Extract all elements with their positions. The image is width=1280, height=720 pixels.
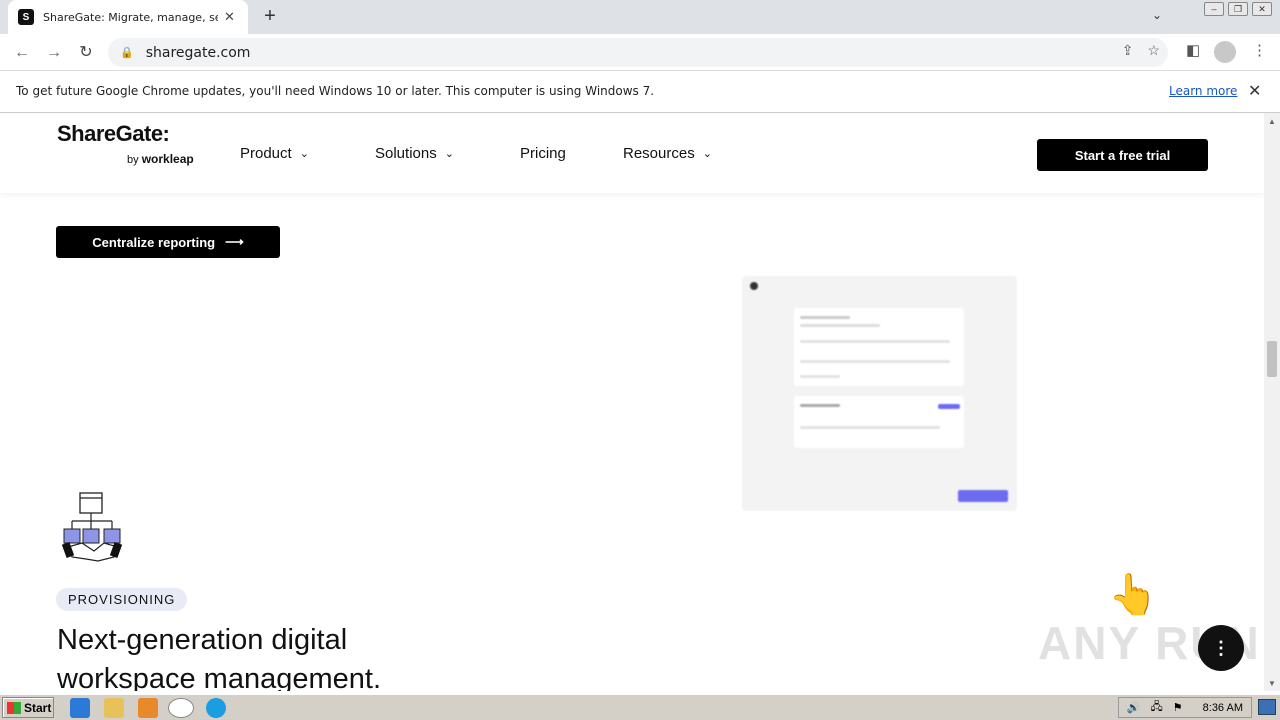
tab-close-icon[interactable]: ✕ (224, 9, 235, 25)
logo-brand: workleap (141, 152, 194, 166)
pointing-hand-icon: 👆 (1108, 573, 1158, 617)
nav-solutions[interactable]: Solutions ⌄ (375, 145, 520, 162)
window-controls: – ❐ ✕ (1204, 2, 1272, 16)
lock-icon[interactable]: 🔒 (120, 46, 134, 59)
media-player-icon[interactable] (138, 698, 158, 718)
sharegate-logo[interactable]: ShareGate: by workleap (57, 121, 194, 166)
reload-icon[interactable]: ↻ (74, 41, 98, 65)
start-button[interactable]: Start (2, 697, 54, 718)
nav-resources[interactable]: Resources ⌄ (623, 145, 712, 162)
logo-byline: by workleap (127, 152, 194, 166)
page-viewport: ShareGate: by workleap Product ⌄ Solutio… (0, 113, 1264, 691)
tab-title: ShareGate: Migrate, manage, secure (43, 10, 218, 24)
side-panel-icon[interactable]: ◧ (1186, 41, 1200, 59)
bookmark-star-icon[interactable]: ☆ (1147, 42, 1160, 59)
main-nav: Product ⌄ Solutions ⌄ Pricing Resources … (240, 145, 712, 162)
infobar-close-icon[interactable]: ✕ (1248, 81, 1261, 101)
nav-solutions-label: Solutions (375, 145, 437, 162)
centralize-reporting-button[interactable]: Centralize reporting ⟶ (56, 226, 280, 258)
logo-text: ShareGate: (57, 121, 170, 146)
url-text[interactable]: sharegate.com (146, 45, 251, 61)
edge-icon[interactable] (206, 698, 226, 718)
site-header: ShareGate: by workleap Product ⌄ Solutio… (0, 113, 1264, 193)
learn-more-link[interactable]: Learn more (1169, 84, 1237, 98)
chevron-down-icon: ⌄ (444, 148, 454, 160)
start-label: Start (24, 700, 52, 715)
minimize-button[interactable]: – (1204, 2, 1224, 16)
sharegate-favicon-icon: S (18, 9, 34, 25)
nav-pricing-label: Pricing (520, 145, 566, 162)
chrome-icon[interactable] (168, 698, 194, 718)
nav-product-label: Product (240, 145, 292, 162)
windows-flag-icon (7, 701, 21, 714)
scroll-thumb[interactable] (1267, 341, 1277, 377)
show-desktop-button[interactable] (1258, 699, 1276, 715)
scroll-down-arrow-icon[interactable]: ▼ (1268, 679, 1276, 688)
section-headline: Next-generation digital workspace manage… (57, 624, 381, 691)
provisioning-badge: PROVISIONING (56, 588, 188, 611)
windows-taskbar: Start 🔊 🖧 ⚑ 8:36 AM (0, 694, 1280, 720)
chat-widget-button[interactable]: ⋮ (1198, 625, 1244, 671)
address-bar[interactable]: 🔒 sharegate.com ⇪ ☆ (108, 38, 1168, 67)
maximize-button[interactable]: ❐ (1228, 2, 1248, 16)
tab-strip: S ShareGate: Migrate, manage, secure ✕ +… (0, 0, 1280, 34)
nav-product[interactable]: Product ⌄ (240, 145, 375, 162)
logo-by: by (127, 154, 139, 166)
profile-avatar-icon[interactable] (1214, 41, 1236, 63)
centralize-label: Centralize reporting (92, 234, 216, 250)
browser-toolbar: ← → ↻ 🔒 sharegate.com ⇪ ☆ ◧ ⋮ (0, 34, 1280, 71)
page-scrollbar[interactable]: ▲ ▼ (1264, 113, 1280, 691)
product-screenshot (742, 276, 1017, 511)
new-tab-button[interactable]: + (260, 6, 280, 26)
scroll-up-arrow-icon[interactable]: ▲ (1268, 117, 1276, 126)
volume-icon[interactable]: 🔊 (1127, 701, 1141, 714)
tab-search-chevron-icon[interactable]: ⌄ (1152, 8, 1162, 22)
org-chart-handshake-icon (61, 492, 123, 562)
clock[interactable]: 8:36 AM (1203, 702, 1243, 714)
menu-kebab-icon[interactable]: ⋮ (1252, 41, 1267, 59)
back-arrow-icon[interactable]: ← (10, 41, 34, 65)
ie-icon[interactable] (70, 698, 90, 718)
arrow-right-icon: ⟶ (225, 234, 244, 249)
chevron-down-icon: ⌄ (702, 148, 712, 160)
close-window-button[interactable]: ✕ (1252, 2, 1272, 16)
browser-tab[interactable]: S ShareGate: Migrate, manage, secure ✕ (8, 0, 248, 34)
forward-arrow-icon[interactable]: → (42, 41, 66, 65)
flag-notification-icon[interactable]: ⚑ (1173, 701, 1183, 714)
infobar-message: To get future Google Chrome updates, you… (16, 84, 655, 98)
start-free-trial-button[interactable]: Start a free trial (1037, 139, 1208, 171)
share-icon[interactable]: ⇪ (1122, 42, 1134, 59)
network-icon[interactable]: 🖧 (1151, 698, 1163, 717)
chevron-down-icon: ⌄ (299, 148, 309, 160)
nav-resources-label: Resources (623, 145, 695, 162)
system-tray: 🔊 🖧 ⚑ 8:36 AM (1117, 697, 1252, 718)
nav-pricing[interactable]: Pricing (520, 145, 623, 162)
update-infobar: To get future Google Chrome updates, you… (0, 71, 1280, 113)
folder-icon[interactable] (104, 698, 124, 718)
